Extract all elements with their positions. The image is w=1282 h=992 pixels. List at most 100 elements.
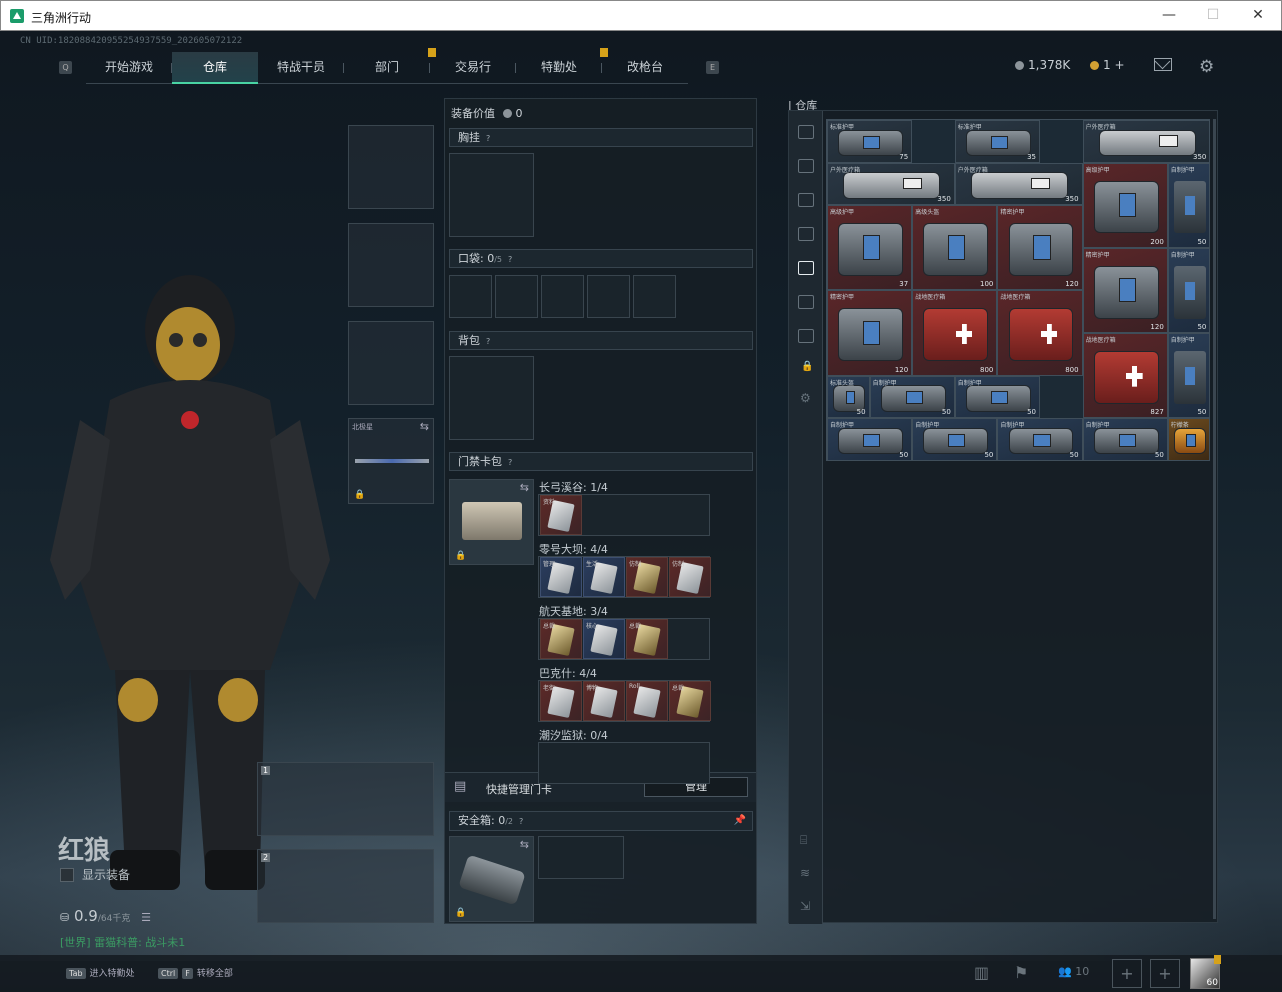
warehouse-item[interactable]: 精密护甲 120: [827, 290, 913, 376]
warehouse-item[interactable]: 户外医疗箱 350: [827, 162, 955, 206]
melee-slot[interactable]: 北极星 ⇆ 🔒: [348, 418, 434, 504]
warehouse-scrollbar[interactable]: [1213, 119, 1216, 919]
ammo-filter-icon[interactable]: [798, 193, 814, 207]
keycard-item[interactable]: 老街: [540, 681, 582, 721]
keycard-item[interactable]: 管理: [540, 557, 582, 597]
keycard-item[interactable]: 核心: [583, 619, 625, 659]
pistol-slot[interactable]: [348, 321, 434, 405]
help-icon[interactable]: ?: [508, 255, 512, 264]
add-teammate-button[interactable]: +: [1112, 959, 1142, 988]
tab-operators[interactable]: 特战干员: [258, 52, 344, 84]
sort-icon[interactable]: ⌸: [800, 833, 807, 848]
backpack-slot[interactable]: [449, 356, 534, 440]
warehouse-item[interactable]: 自制护甲 50: [1082, 418, 1168, 461]
warehouse-item[interactable]: 自制护甲 50: [827, 418, 913, 461]
settings-gear-icon[interactable]: ⚙: [800, 391, 811, 405]
transfer-icon[interactable]: ⇲: [800, 899, 810, 913]
medical-filter-icon[interactable]: [798, 261, 814, 275]
maximize-button[interactable]: ☐: [1203, 7, 1223, 23]
flag-icon[interactable]: ⚑: [1014, 963, 1028, 982]
keycard-item[interactable]: Roll: [626, 681, 668, 721]
tab-trade[interactable]: 交易行: [430, 52, 516, 84]
pocket-slot[interactable]: [495, 275, 538, 318]
helmet-filter-icon[interactable]: [798, 125, 814, 139]
tab-special-ops[interactable]: 特勤处: [516, 48, 608, 84]
nav-prev-key[interactable]: Q: [59, 61, 72, 74]
pin-icon[interactable]: 📌: [734, 812, 746, 829]
warehouse-item[interactable]: 战地医疗箱 800: [997, 290, 1083, 376]
keycard-item[interactable]: 仿制: [669, 557, 711, 597]
armor-slot[interactable]: [348, 223, 434, 307]
close-button[interactable]: ✕: [1248, 7, 1268, 23]
warehouse-item[interactable]: 高级护甲 200: [1082, 162, 1168, 248]
help-icon[interactable]: ?: [508, 458, 512, 467]
armor-filter-icon[interactable]: [798, 227, 814, 241]
layers-icon[interactable]: ≋: [800, 866, 810, 880]
minimize-button[interactable]: —: [1159, 7, 1179, 23]
warehouse-item[interactable]: 高级护甲 37: [827, 205, 913, 291]
warehouse-item[interactable]: 自制护甲 50: [912, 418, 998, 461]
swap-icon[interactable]: ⇆: [520, 481, 529, 494]
weapon-filter-icon[interactable]: [798, 159, 814, 173]
keycard-item[interactable]: 资料: [540, 495, 582, 535]
helmet-slot[interactable]: [348, 125, 434, 209]
settings-gear-icon[interactable]: ⚙: [1199, 57, 1214, 77]
special-ops-hotkey[interactable]: Tab 进入特勤处: [66, 966, 135, 979]
pocket-slot[interactable]: [541, 275, 584, 318]
tab-warehouse[interactable]: 仓库: [172, 52, 258, 84]
warehouse-item[interactable]: 精密护甲 120: [1082, 247, 1168, 333]
tab-department[interactable]: 部门: [344, 48, 436, 84]
coin-balance[interactable]: 1,378K: [1015, 58, 1070, 72]
transfer-all-hotkey[interactable]: Ctrl F 转移全部: [158, 966, 233, 979]
warehouse-item[interactable]: 标准头盔 50: [827, 375, 870, 419]
help-icon[interactable]: ?: [519, 817, 523, 826]
warehouse-item[interactable]: 自制护甲 50: [1167, 333, 1211, 419]
keycard-item[interactable]: 生活: [583, 557, 625, 597]
keycard-filter-icon[interactable]: [798, 295, 814, 309]
warehouse-item[interactable]: 户外医疗箱 350: [1082, 120, 1211, 163]
stats-icon[interactable]: ▥: [974, 963, 989, 982]
warehouse-item[interactable]: 户外医疗箱 350: [954, 162, 1083, 206]
tab-start-game[interactable]: 开始游戏: [86, 52, 172, 84]
warehouse-item[interactable]: 柠檬茶: [1167, 418, 1211, 461]
warehouse-item[interactable]: 高级头盔 100: [912, 205, 998, 291]
keycard-item[interactable]: 总裁: [540, 619, 582, 659]
keycard-row[interactable]: [538, 742, 710, 784]
ticket-balance[interactable]: 1 +: [1090, 58, 1125, 72]
pocket-slot[interactable]: [587, 275, 630, 318]
pocket-slot[interactable]: [633, 275, 676, 318]
help-icon[interactable]: ?: [486, 134, 490, 143]
chest-rig-slot[interactable]: [449, 153, 534, 237]
swap-icon[interactable]: ⇆: [520, 838, 529, 851]
safe-box-slot[interactable]: ⇆ 🔒: [449, 836, 534, 922]
friends-button[interactable]: 👥 10: [1058, 965, 1089, 978]
keycard-item[interactable]: 仿制: [626, 557, 668, 597]
mail-icon[interactable]: [1154, 58, 1172, 71]
lock-icon[interactable]: 🔒: [801, 361, 813, 372]
help-icon[interactable]: ?: [486, 337, 490, 346]
pocket-slot[interactable]: [449, 275, 492, 318]
swap-icon[interactable]: ⇆: [420, 420, 429, 433]
avatar[interactable]: 60: [1190, 955, 1221, 989]
list-icon[interactable]: ☰: [141, 911, 151, 924]
warehouse-item[interactable]: 精密护甲 120: [997, 205, 1083, 291]
warehouse-item[interactable]: 自制护甲 50: [997, 418, 1083, 461]
safe-box-cell[interactable]: [538, 836, 624, 879]
keycard-item[interactable]: 总裁: [626, 619, 668, 659]
misc-filter-icon[interactable]: [798, 329, 814, 343]
warehouse-item[interactable]: 自制护甲 50: [1167, 162, 1211, 248]
warehouse-item[interactable]: 标准护甲 75: [827, 120, 913, 163]
tab-gunsmith[interactable]: 改枪台: [602, 52, 688, 84]
warehouse-item[interactable]: 战地医疗箱 827: [1082, 333, 1168, 419]
nav-next-key[interactable]: E: [706, 61, 719, 74]
warehouse-item[interactable]: 标准护甲 35: [954, 120, 1040, 163]
world-chat-line[interactable]: [世界] 雷猫科普: 战斗未1: [60, 934, 185, 950]
warehouse-item[interactable]: 战地医疗箱 800: [912, 290, 998, 376]
add-ticket-button[interactable]: +: [1114, 58, 1124, 72]
warehouse-item[interactable]: 自制护甲 50: [869, 375, 955, 419]
secondary-weapon-slot[interactable]: 2: [257, 849, 434, 923]
keycard-pack-slot[interactable]: ⇆ 🔒: [449, 479, 534, 565]
warehouse-item[interactable]: 自制护甲 50: [954, 375, 1040, 419]
keycard-item[interactable]: 总裁: [669, 681, 711, 721]
add-teammate-button[interactable]: +: [1150, 959, 1180, 988]
